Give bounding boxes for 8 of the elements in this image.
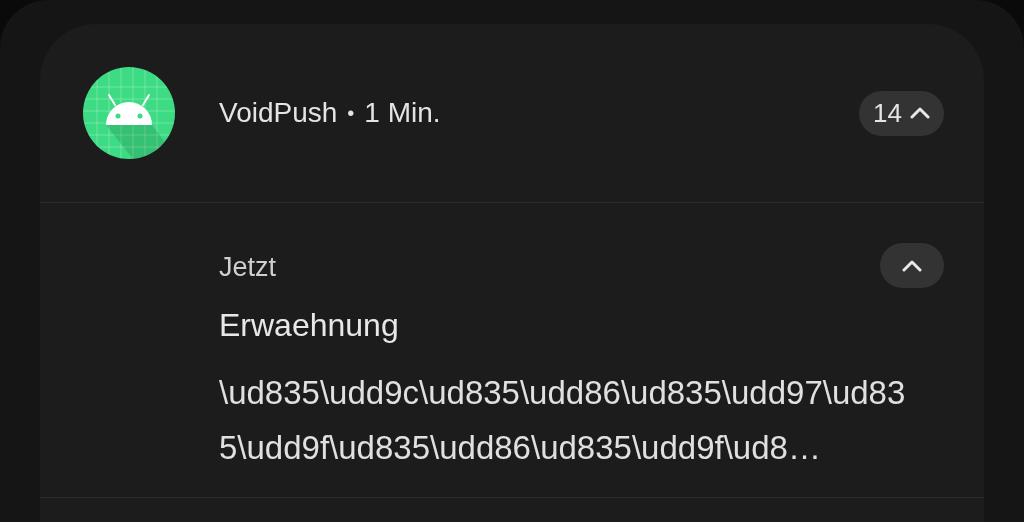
notification-body: \ud835\udd9c\ud835\udd86\ud835\udd97\ud835\udd9f\ud835\udd86\ud835\udd9f\ud8… xyxy=(219,373,907,468)
notification-title: Erwaehnung xyxy=(219,306,400,345)
timestamp: 1 Min. xyxy=(364,96,441,130)
notification-time: Jetzt xyxy=(219,251,277,284)
expand-badge[interactable]: 14 xyxy=(859,90,944,136)
app-name: VoidPush xyxy=(219,96,338,130)
separator: • xyxy=(347,101,355,126)
collapse-button[interactable] xyxy=(880,243,944,288)
